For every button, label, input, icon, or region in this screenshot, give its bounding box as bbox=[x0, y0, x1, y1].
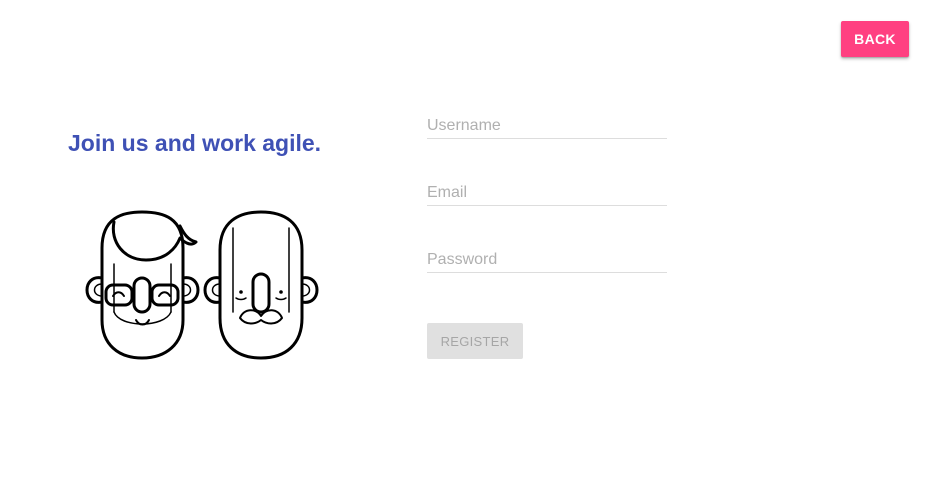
left-face-icon bbox=[85, 210, 200, 360]
register-button[interactable]: REGISTER bbox=[427, 323, 523, 359]
back-button[interactable]: BACK bbox=[841, 21, 909, 57]
password-input[interactable] bbox=[427, 248, 667, 273]
right-face-icon bbox=[203, 210, 319, 360]
two-faces-illustration bbox=[85, 210, 319, 360]
username-input[interactable] bbox=[427, 114, 667, 139]
register-page: BACK Join us and work agile. Username Em… bbox=[0, 0, 934, 492]
email-input[interactable] bbox=[427, 181, 667, 206]
page-title: Join us and work agile. bbox=[68, 130, 322, 156]
